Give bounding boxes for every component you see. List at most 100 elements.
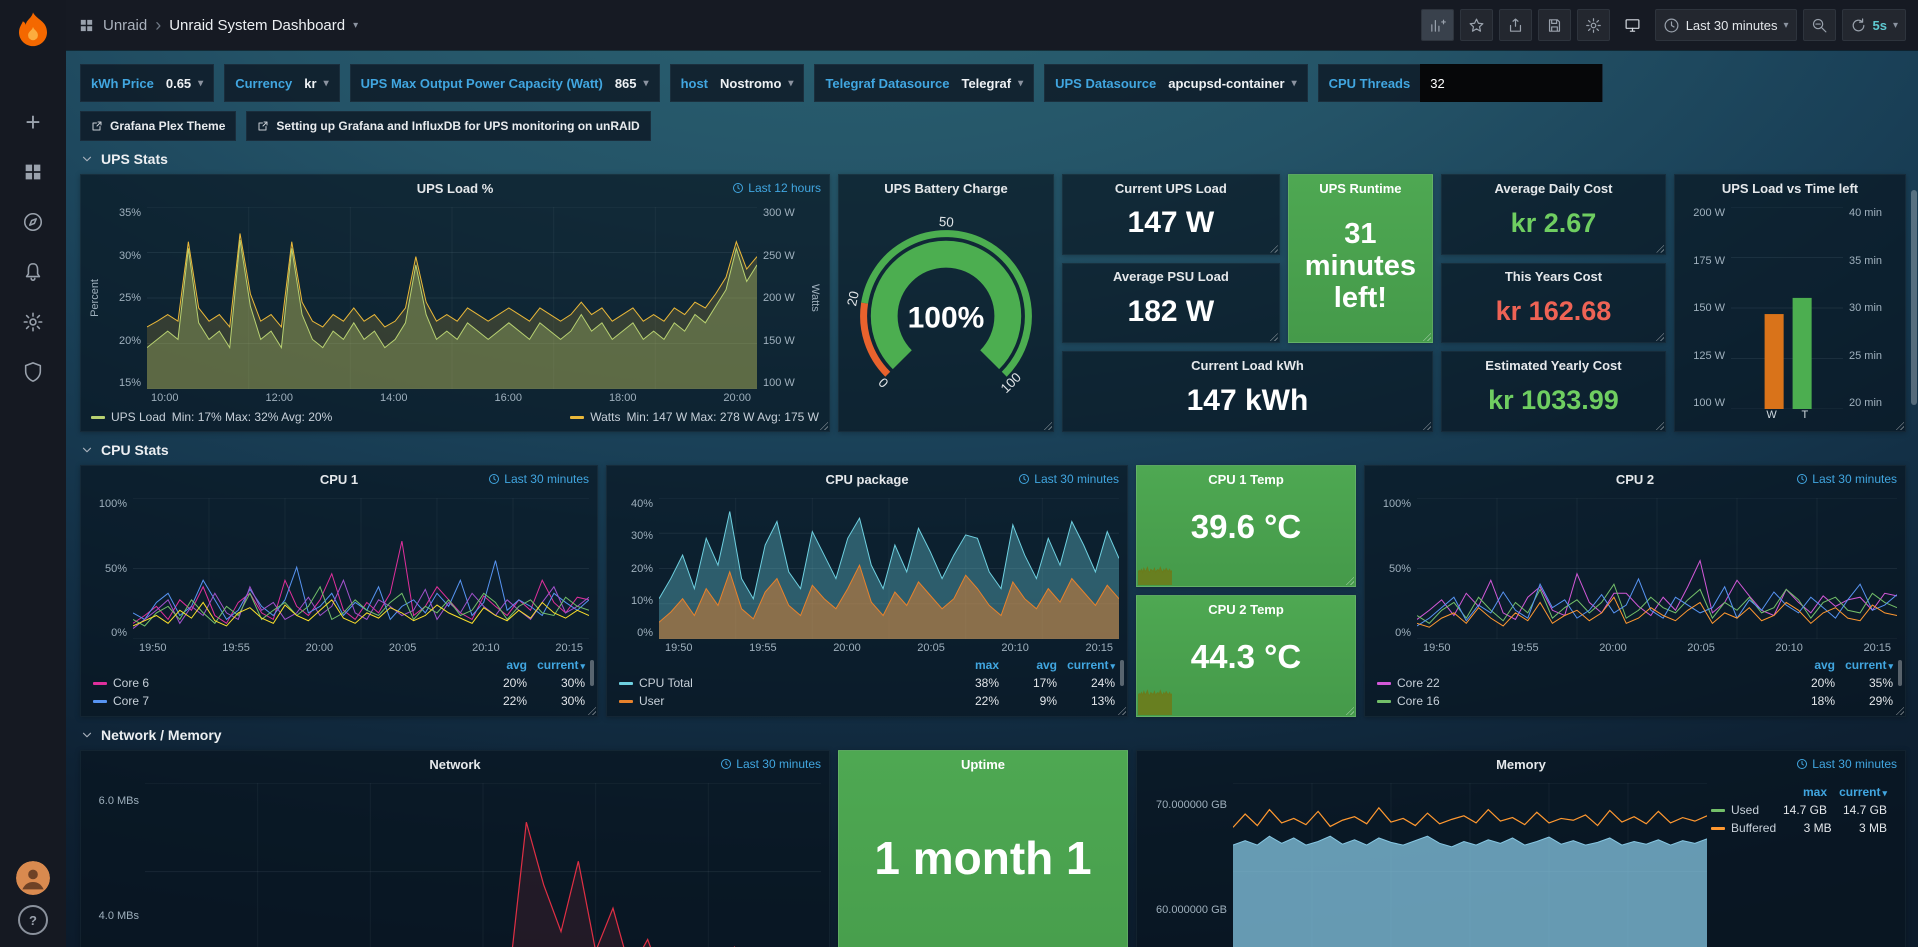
- variable-ups-datasource[interactable]: UPS Datasource apcupsd-container▾: [1044, 64, 1307, 102]
- panel-header[interactable]: Current UPS Load: [1063, 175, 1279, 201]
- legend-series-core7[interactable]: Core 7: [93, 694, 469, 708]
- legend-series-core22[interactable]: Core 22: [1377, 676, 1777, 690]
- panel-header[interactable]: Network Last 30 minutes: [81, 751, 829, 777]
- share-dashboard-button[interactable]: [1499, 9, 1532, 41]
- variable-ups-max-output[interactable]: UPS Max Output Power Capacity (Watt) 865…: [350, 64, 660, 102]
- panel-header[interactable]: This Years Cost: [1442, 264, 1665, 290]
- legend-scrollbar[interactable]: [1898, 660, 1902, 686]
- y-axis-left: 40%30%20%10%0%: [615, 498, 659, 639]
- ups-stats-panels: UPS Load % Last 12 hours Percent 35%30%2…: [80, 174, 1906, 432]
- legend-col-max[interactable]: max: [941, 658, 999, 672]
- link-ups-monitoring-guide[interactable]: Setting up Grafana and InfluxDB for UPS …: [246, 111, 650, 141]
- variable-cpu-threads: CPU Threads: [1318, 64, 1604, 102]
- row-header-cpu-stats[interactable]: CPU Stats: [80, 442, 1906, 458]
- legend-col-current[interactable]: current▾: [1835, 658, 1893, 672]
- plot-area: 100%50%0%: [81, 492, 597, 639]
- battery-gauge[interactable]: 0 20 50 100 100%: [839, 201, 1053, 431]
- save-icon: [1546, 17, 1563, 34]
- panel-header[interactable]: UPS Battery Charge: [839, 175, 1053, 201]
- panel-time-override: Last 12 hours: [732, 175, 821, 201]
- panel-header[interactable]: CPU package Last 30 minutes: [607, 466, 1127, 492]
- legend-item-watts[interactable]: Watts Min: 147 W Max: 278 W Avg: 175 W: [570, 410, 819, 424]
- legend-row: Used 14.7 GB 14.7 GB: [1711, 803, 1887, 817]
- breadcrumb[interactable]: Unraid › Unraid System Dashboard ▾: [78, 16, 358, 34]
- help-icon[interactable]: ?: [18, 905, 48, 935]
- legend-col-current[interactable]: current▾: [1057, 658, 1115, 672]
- legend-series-core16[interactable]: Core 16: [1377, 694, 1777, 708]
- panel-header[interactable]: UPS Runtime: [1289, 175, 1432, 201]
- legend-header: avg current▾: [93, 658, 585, 672]
- legend-col-current[interactable]: current▾: [1827, 785, 1887, 799]
- legend-col-avg[interactable]: avg: [469, 658, 527, 672]
- tick-label: 19:50: [665, 642, 693, 654]
- variable-host[interactable]: host Nostromo▾: [670, 64, 805, 102]
- legend-col-current[interactable]: current▾: [527, 658, 585, 672]
- zoom-out-time-button[interactable]: [1803, 9, 1836, 41]
- sidebar-item-configuration[interactable]: [13, 302, 53, 342]
- row-header-ups-stats[interactable]: UPS Stats: [80, 151, 1906, 167]
- cpu-package-chart[interactable]: [659, 498, 1119, 639]
- panel-header[interactable]: UPS Load % Last 12 hours: [81, 175, 829, 201]
- sidebar-item-alerting[interactable]: [13, 252, 53, 292]
- y-axis-right: 300 W250 W200 W150 W100 W: [757, 207, 809, 389]
- legend-series-cpu-total[interactable]: CPU Total: [619, 676, 941, 690]
- breadcrumb-folder[interactable]: Unraid: [103, 17, 147, 34]
- legend-series-user[interactable]: User: [619, 694, 941, 708]
- panel-header[interactable]: Average Daily Cost: [1442, 175, 1665, 201]
- add-panel-button[interactable]: [1421, 9, 1454, 41]
- sidebar-item-create[interactable]: +: [13, 102, 53, 142]
- panel-title[interactable]: UPS Battery Charge: [884, 181, 1008, 196]
- gear-icon: [22, 311, 44, 333]
- save-dashboard-button[interactable]: [1538, 9, 1571, 41]
- page-title[interactable]: Unraid System Dashboard: [169, 17, 345, 34]
- panel-header[interactable]: UPS Load vs Time left: [1675, 175, 1905, 201]
- dashboard-settings-button[interactable]: [1577, 9, 1610, 41]
- legend-scrollbar[interactable]: [590, 660, 594, 686]
- cpu2-chart[interactable]: [1417, 498, 1897, 639]
- sidebar-item-explore[interactable]: [13, 202, 53, 242]
- cpu-threads-input[interactable]: [1420, 64, 1602, 102]
- legend-series-used[interactable]: Used: [1711, 803, 1767, 817]
- user-avatar[interactable]: [16, 861, 50, 895]
- panel-title[interactable]: UPS Load vs Time left: [1722, 181, 1858, 196]
- panel-header[interactable]: CPU 1 Last 30 minutes: [81, 466, 597, 492]
- variable-telegraf-datasource[interactable]: Telegraf Datasource Telegraf▾: [814, 64, 1034, 102]
- panel-title[interactable]: UPS Load %: [417, 181, 494, 196]
- legend-scrollbar[interactable]: [1120, 660, 1124, 686]
- grafana-logo-icon[interactable]: [12, 10, 54, 52]
- page-scrollbar[interactable]: [1911, 190, 1917, 405]
- panel-header[interactable]: Uptime: [839, 751, 1127, 777]
- ups-vs-time-bars-chart[interactable]: [1731, 207, 1843, 409]
- variable-currency[interactable]: Currency kr▾: [224, 64, 339, 102]
- memory-chart[interactable]: [1233, 783, 1707, 947]
- network-chart[interactable]: [145, 783, 821, 947]
- gauge-tick: 50: [938, 214, 954, 230]
- time-range-picker[interactable]: Last 30 minutes ▾: [1655, 9, 1797, 41]
- refresh-picker[interactable]: 5s ▾: [1842, 9, 1907, 41]
- legend-item-ups-load[interactable]: UPS Load Min: 17% Max: 32% Avg: 20%: [91, 410, 332, 424]
- legend-col-avg[interactable]: avg: [999, 658, 1057, 672]
- star-dashboard-button[interactable]: [1460, 9, 1493, 41]
- cycle-view-button[interactable]: [1616, 9, 1649, 41]
- panel-header[interactable]: Memory Last 30 minutes: [1137, 751, 1905, 777]
- panel-header[interactable]: CPU 2 Last 30 minutes: [1365, 466, 1905, 492]
- legend-col-avg[interactable]: avg: [1777, 658, 1835, 672]
- legend-col-max[interactable]: max: [1767, 785, 1827, 799]
- panel-header[interactable]: Average PSU Load: [1063, 264, 1279, 290]
- sidebar-item-dashboards[interactable]: [13, 152, 53, 192]
- panel-header[interactable]: CPU 2 Temp: [1137, 596, 1355, 622]
- panel-uptime: Uptime 1 month 1: [838, 750, 1128, 947]
- sidebar-item-server-admin[interactable]: [13, 352, 53, 392]
- panel-header[interactable]: Estimated Yearly Cost: [1442, 352, 1665, 378]
- ups-load-chart[interactable]: [147, 207, 757, 389]
- variable-kwh-price[interactable]: kWh Price 0.65▾: [80, 64, 214, 102]
- cpu1-chart[interactable]: [133, 498, 589, 639]
- panel-header[interactable]: CPU 1 Temp: [1137, 466, 1355, 492]
- legend-series-core6[interactable]: Core 6: [93, 676, 469, 690]
- panel-header[interactable]: Current Load kWh: [1063, 352, 1432, 378]
- link-grafana-plex-theme[interactable]: Grafana Plex Theme: [80, 111, 236, 141]
- legend-marker: [93, 700, 107, 703]
- legend-series-buffered[interactable]: Buffered: [1711, 821, 1776, 835]
- row-header-network-memory[interactable]: Network / Memory: [80, 727, 1906, 743]
- tick-label: 150 W: [1683, 302, 1725, 314]
